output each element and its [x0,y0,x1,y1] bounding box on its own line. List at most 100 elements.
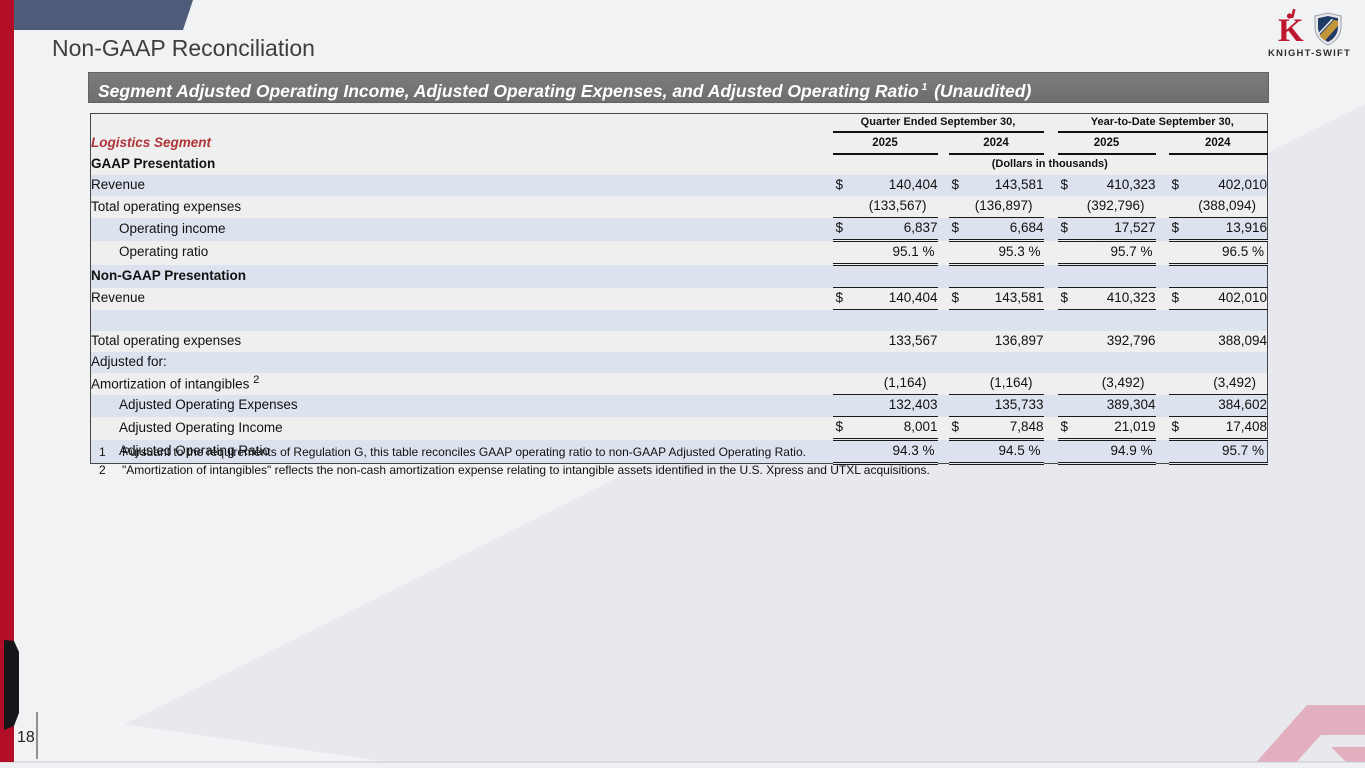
table-row: Revenue$140,404$143,581$410,323$402,010 [91,175,1268,196]
value-cell: $6,684 [949,218,1044,241]
value-cell: (133,567) [833,196,938,218]
footnote-number: 1 [99,444,122,462]
page-number-rule [36,712,38,759]
knight-k-icon: K [1276,8,1310,46]
row-label: Total operating expenses [91,196,833,218]
row-label: Non-GAAP Presentation [91,265,833,288]
value-cell: 388,094 [1169,331,1268,352]
value-cell: $140,404 [833,175,938,196]
table-row: Total operating expenses133,567 136,897 39… [91,331,1268,352]
year-header: 2025 [833,132,938,154]
year-header: 2024 [949,132,1044,154]
value-cell [833,352,938,373]
table-row: Adjusted Operating Income$8,001 $7,848 $21… [91,417,1268,440]
value-cell [1169,352,1268,373]
value-cell: $17,527 [1058,218,1156,241]
column-gap [938,196,949,218]
column-gap [1044,288,1058,310]
banner-suffix: (Unaudited) [929,81,1031,101]
table-row: Operating ratio95.1 %95.3 %95.7 %96.5 % [91,241,1268,265]
banner-footnote-ref: 1 [922,82,928,93]
row-label: Adjusted Operating Expenses [91,395,833,417]
column-gap [938,352,949,373]
column-gap [1044,352,1058,373]
value-cell [949,352,1044,373]
footnote-number: 2 [99,462,122,480]
row-label: Adjusted Operating Income [91,417,833,440]
header-spacer [91,114,833,133]
column-gap [938,331,949,352]
value-cell: 133,567 [833,331,938,352]
value-cell: $402,010 [1169,175,1268,196]
year-header: 2025 [1058,132,1156,154]
table-row: Revenue$140,404$143,581$410,323$402,010 [91,288,1268,310]
column-gap [1156,331,1169,352]
column-gap [938,132,949,154]
value-cell: $140,404 [833,288,938,310]
page-number: 18 [17,729,35,747]
shield-icon [1314,12,1342,46]
column-gap [1156,196,1169,218]
row-label: Revenue [91,288,833,310]
row-label: Amortization of intangibles 2 [91,373,833,395]
group-header-ytd: Year-to-Date September 30, [1058,114,1268,133]
value-cell: $13,916 [1169,218,1268,241]
page-title: Non-GAAP Reconciliation [52,35,315,62]
bottom-strip [0,762,1365,768]
table-row: Non-GAAP Presentation [91,265,1268,288]
value-cell [1058,310,1156,332]
black-ribbon-shape [4,640,19,730]
footnote-text: Pursuant to the requirements of Regulati… [122,444,806,462]
table-row: Total operating expenses(133,567) (136,89… [91,196,1268,218]
column-gap [1156,218,1169,241]
column-gap [1044,265,1058,288]
row-label: Operating income [91,218,833,241]
value-cell: 389,304 [1058,395,1156,417]
value-cell [949,265,1044,288]
column-gap [1044,417,1058,440]
value-cell: $7,848 [949,417,1044,440]
column-gap [1156,373,1169,395]
footnote-2: 2 "Amortization of intangibles" reflects… [99,462,1219,480]
column-gap [938,417,949,440]
table-row: Adjusted Operating Expenses132,403135,73… [91,395,1268,417]
segment-label: Logistics Segment [91,132,833,154]
value-cell: 95.3 % [949,241,1044,265]
value-cell [1169,310,1268,332]
column-gap [938,175,949,196]
value-cell: 96.5 % [1169,241,1268,265]
table-row: Adjusted for: [91,352,1268,373]
year-header: 2024 [1169,132,1268,154]
column-gap [1044,310,1058,332]
column-gap [938,265,949,288]
column-gap [1044,218,1058,241]
column-gap [1156,241,1169,265]
column-gap [938,310,949,332]
table-header-row: Logistics Segment 2025 2024 2025 2024 [91,132,1268,154]
value-cell: 132,403 [833,395,938,417]
value-cell: $143,581 [949,288,1044,310]
column-gap [1044,175,1058,196]
value-cell: 136,897 [949,331,1044,352]
value-cell: $6,837 [833,218,938,241]
value-cell: (136,897) [949,196,1044,218]
section-banner: Segment Adjusted Operating Income, Adjus… [88,72,1269,103]
column-gap [1156,310,1169,332]
value-cell: $21,019 [1058,417,1156,440]
column-gap [1044,114,1058,133]
table-row: Operating income$6,837 $6,684 $17,527 $13,9… [91,218,1268,241]
column-gap [1156,288,1169,310]
value-cell [833,310,938,332]
value-cell: $143,581 [949,175,1044,196]
reconciliation-table: Quarter Ended September 30, Year-to-Date… [90,113,1268,465]
top-navy-shape [14,0,193,30]
value-cell: $8,001 [833,417,938,440]
row-label: Total operating expenses [91,331,833,352]
value-cell: $410,323 [1058,288,1156,310]
column-gap [1156,417,1169,440]
column-gap [1044,373,1058,395]
table-row [91,310,1268,332]
value-cell [833,265,938,288]
group-header-quarter: Quarter Ended September 30, [833,114,1044,133]
value-cell: 392,796 [1058,331,1156,352]
